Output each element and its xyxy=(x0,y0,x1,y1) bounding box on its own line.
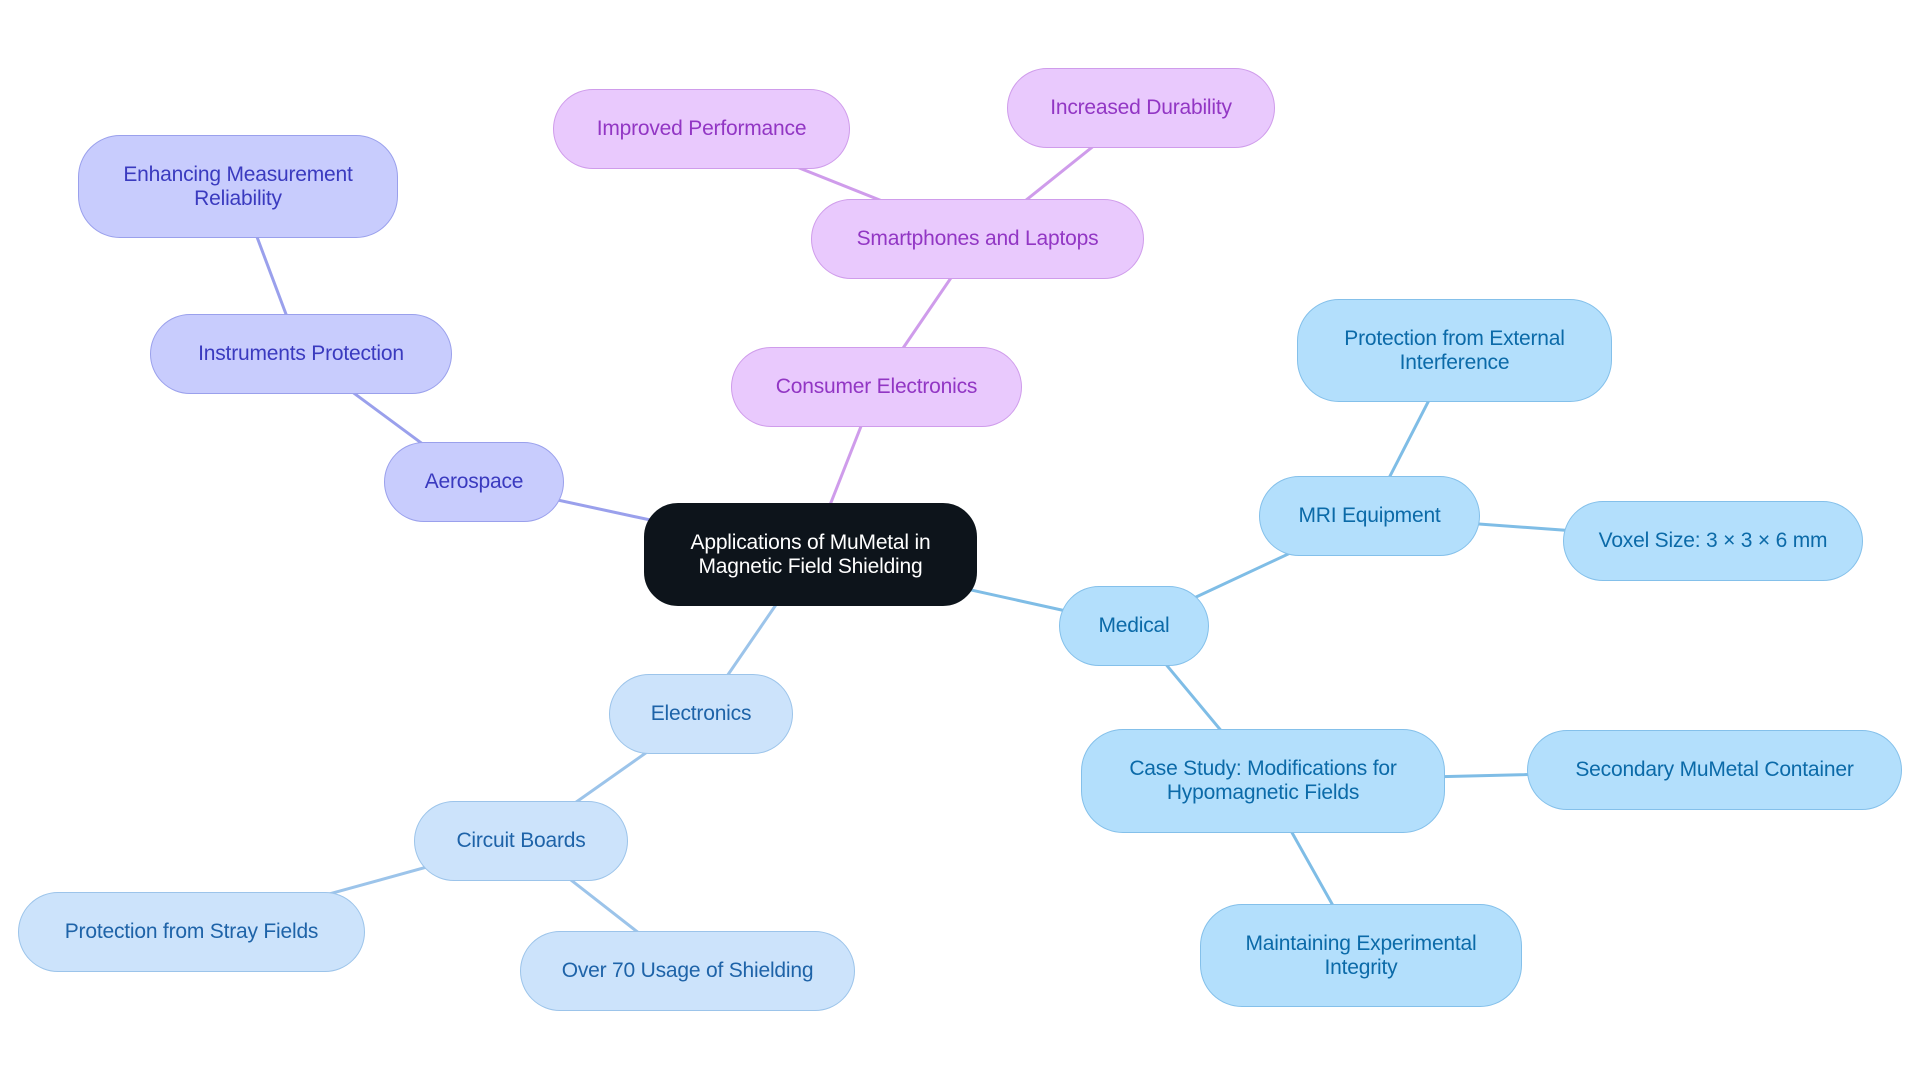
node-label: Instruments Protection xyxy=(198,342,404,365)
node-label: Case Study: Modifications for Hypomagnet… xyxy=(1129,757,1397,804)
node-label: Smartphones and Laptops xyxy=(856,227,1099,250)
root-label: Applications of MuMetal in Magnetic Fiel… xyxy=(690,530,931,578)
node-label: Enhancing Measurement Reliability xyxy=(123,162,353,210)
node-aerospace[interactable]: Aerospace xyxy=(384,442,564,522)
node-enhancing-measurement-reliability[interactable]: Enhancing Measurement Reliability xyxy=(78,135,398,238)
node-label: Over 70 Usage of Shielding xyxy=(561,959,814,982)
node-increased-durability[interactable]: Increased Durability xyxy=(1007,68,1275,148)
node-label: Consumer Electronics xyxy=(775,375,978,398)
node-label: Voxel Size: 3 × 3 × 6 mm xyxy=(1598,529,1828,552)
node-label: Increased Durability xyxy=(1050,96,1232,119)
node-protection-from-external-interference[interactable]: Protection from External Interference xyxy=(1297,299,1612,402)
node-smartphones-and-laptops[interactable]: Smartphones and Laptops xyxy=(811,199,1144,279)
node-voxel-size[interactable]: Voxel Size: 3 × 3 × 6 mm xyxy=(1563,501,1863,581)
node-protection-from-stray-fields[interactable]: Protection from Stray Fields xyxy=(18,892,365,972)
node-circuit-boards[interactable]: Circuit Boards xyxy=(414,801,628,881)
node-label: Improved Performance xyxy=(596,117,807,140)
node-label: Circuit Boards xyxy=(456,829,586,852)
node-mri-equipment[interactable]: MRI Equipment xyxy=(1259,476,1480,556)
node-label: Medical xyxy=(1098,614,1170,637)
node-secondary-mumetal-container[interactable]: Secondary MuMetal Container xyxy=(1527,730,1902,810)
node-label: Protection from Stray Fields xyxy=(64,920,319,943)
node-label: MRI Equipment xyxy=(1298,504,1441,527)
node-medical[interactable]: Medical xyxy=(1059,586,1209,666)
root-node[interactable]: Applications of MuMetal in Magnetic Fiel… xyxy=(644,503,977,606)
node-label: Electronics xyxy=(650,702,752,725)
node-label: Maintaining Experimental Integrity xyxy=(1245,931,1477,979)
node-consumer-electronics[interactable]: Consumer Electronics xyxy=(731,347,1022,427)
node-label: Secondary MuMetal Container xyxy=(1575,758,1854,781)
node-over-70-usage-of-shielding[interactable]: Over 70 Usage of Shielding xyxy=(520,931,855,1011)
node-maintaining-experimental-integrity[interactable]: Maintaining Experimental Integrity xyxy=(1200,904,1522,1007)
node-improved-performance[interactable]: Improved Performance xyxy=(553,89,850,169)
node-label: Aerospace xyxy=(424,470,524,493)
node-label: Protection from External Interference xyxy=(1344,326,1565,374)
node-electronics[interactable]: Electronics xyxy=(609,674,793,754)
node-case-study-hypomagnetic-fields[interactable]: Case Study: Modifications for Hypomagnet… xyxy=(1081,729,1445,833)
node-instruments-protection[interactable]: Instruments Protection xyxy=(150,314,452,394)
